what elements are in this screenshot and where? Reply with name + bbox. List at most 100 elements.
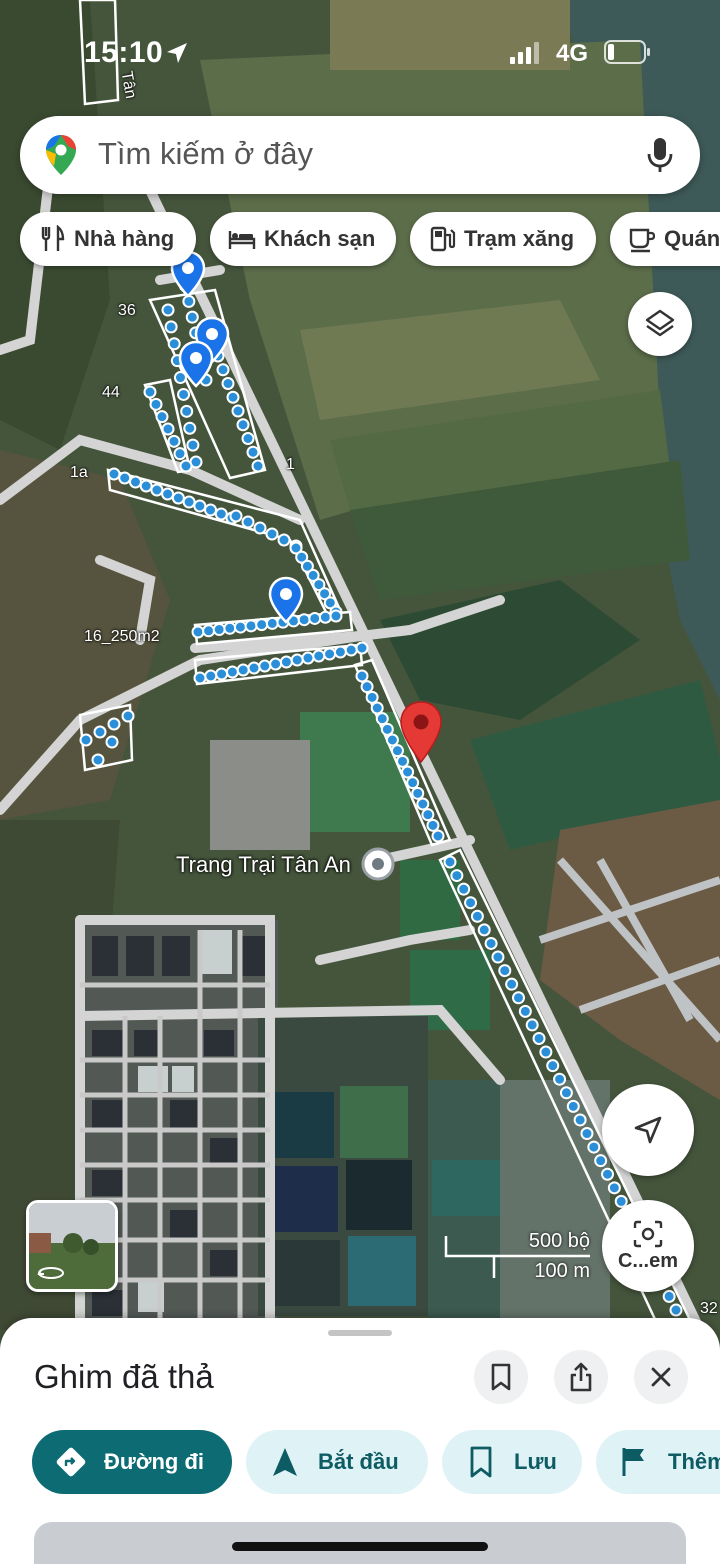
road-label-1: 1 [286,456,295,473]
lot-marker [229,509,243,523]
place-bottom-sheet: Ghim đã thả Đường đi Bắt đầu Lưu Thêm [0,1318,720,1564]
lot-marker [546,1059,560,1073]
lot-marker [214,507,228,521]
lot-marker [258,659,272,673]
lot-marker [179,459,193,473]
lot-marker [355,669,369,683]
lot-marker [150,483,164,497]
rotate-360-icon [37,1267,64,1279]
lot-marker [241,515,255,529]
sheet-drag-handle[interactable] [328,1330,392,1336]
chip-label: Khách sạn [264,226,376,251]
lot-marker [365,690,379,704]
lot-marker [191,625,205,639]
lot-marker [301,651,315,665]
lot-marker [477,923,491,937]
status-time: 15:10 [84,36,164,69]
lot-marker [173,447,187,461]
search-input[interactable]: Tìm kiếm ở đây [98,136,313,172]
road-label-36: 36 [118,302,136,319]
lot-marker [177,387,191,401]
status-bar: 15:10 4G [0,0,720,100]
lot-marker [669,1303,683,1317]
lot-marker [236,418,250,432]
close-button[interactable] [634,1350,688,1404]
home-indicator [232,1542,488,1551]
lot-marker [186,438,200,452]
bookmark-icon [491,1363,511,1391]
place-marker-icon[interactable] [360,846,396,882]
lot-marker [518,1004,532,1018]
lot-marker [171,491,185,505]
lot-marker [312,649,326,663]
microphone-icon[interactable] [644,136,676,174]
lot-marker [161,487,175,501]
lot-marker [290,653,304,667]
lot-marker [107,717,121,731]
action-buttons: Đường đi Bắt đầu Lưu Thêm [0,1430,720,1494]
lot-marker [161,422,175,436]
road-label-32: 32 [700,1300,718,1317]
chip-label: Quán [664,226,720,251]
lot-marker [406,776,420,790]
road-label-44: 44 [102,384,120,401]
layers-button[interactable] [628,292,692,356]
lot-marker [164,320,178,334]
lot-marker [498,964,512,978]
blue-pin-icon[interactable] [268,576,304,624]
lot-marker [251,459,265,473]
navigation-arrow-icon [634,1116,662,1144]
lot-marker [370,701,384,715]
lot-marker [323,647,337,661]
camera-button-label: C...em [617,1249,679,1272]
chip-gas-stations[interactable]: Trạm xăng [410,212,596,266]
lot-marker [161,303,175,317]
lot-marker [269,657,283,671]
share-button[interactable] [554,1350,608,1404]
scale-bar: 500 bộ 100 m [444,1226,594,1286]
place-label-farm[interactable]: Trang Trại Tân An [176,852,351,878]
lot-marker [121,709,135,723]
road-label-16-250m2: 16_250m2 [84,628,160,645]
save-place-button[interactable]: Lưu [442,1430,582,1494]
action-label: Bắt đầu [318,1449,399,1474]
chip-restaurants[interactable]: Nhà hàng [20,212,196,266]
dropped-pin-icon[interactable] [398,700,444,764]
directions-button[interactable]: Đường đi [32,1430,232,1494]
chip-label: Nhà hàng [74,226,175,251]
share-icon [570,1362,592,1392]
chip-hotels[interactable]: Khách sạn [210,212,396,266]
search-bar[interactable]: Tìm kiếm ở đây [20,116,700,194]
my-location-button[interactable] [602,1084,694,1176]
lot-marker [265,527,279,541]
location-arrow-icon [167,43,187,63]
lot-marker [139,479,153,493]
lot-marker [662,1289,676,1303]
navigation-start-icon [273,1448,297,1476]
action-label: Lưu [514,1449,557,1474]
more-button[interactable]: Thêm [596,1430,720,1494]
blue-pin-icon[interactable] [178,340,214,388]
lot-marker [573,1113,587,1127]
lot-marker [255,618,269,632]
sheet-title: Ghim đã thả [34,1358,214,1395]
lot-marker [344,643,358,657]
lot-marker [426,818,440,832]
start-button[interactable]: Bắt đầu [246,1430,428,1494]
street-view-thumbnail[interactable] [26,1200,118,1292]
lot-marker [202,624,216,638]
lot-marker [431,829,445,843]
lot-marker [559,1086,573,1100]
lot-marker [333,645,347,659]
lot-marker [221,377,235,390]
lot-marker [279,655,293,669]
lot-marker [553,1072,567,1086]
category-chips: Nhà hàng Khách sạn Trạm xăng Quán [0,212,720,266]
lot-marker [450,869,464,883]
save-button[interactable] [474,1350,528,1404]
lot-marker [118,471,132,485]
lot-marker [385,733,399,747]
chip-cafes[interactable]: Quán [610,212,720,266]
camera-search-button[interactable]: C...em [602,1200,694,1292]
lot-marker [401,765,415,779]
